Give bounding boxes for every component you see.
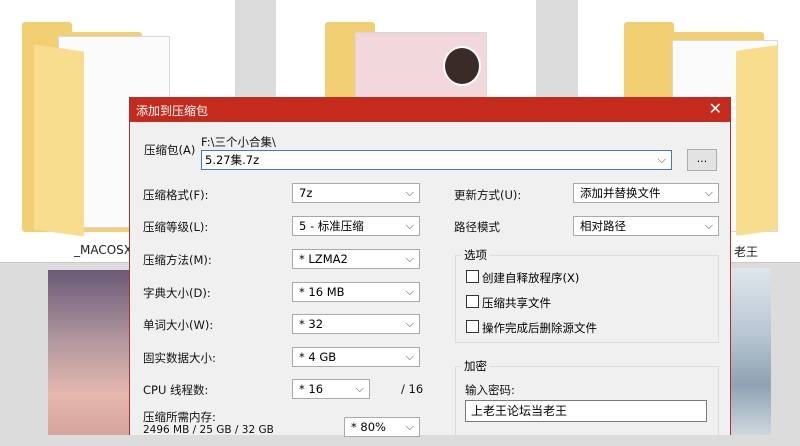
delete-source-label: 操作完成后删除源文件 (482, 321, 597, 335)
password-input[interactable]: 上老王论坛当老王 (465, 400, 707, 422)
create-sfx-checkbox[interactable]: 创建自释放程序(X) (466, 270, 579, 286)
format-select[interactable]: 7z ⌵ (292, 183, 420, 203)
folder-label: _MACOSX (74, 243, 133, 257)
update-mode-label: 更新方式(U): (454, 188, 522, 202)
browse-button[interactable]: ... (687, 149, 717, 171)
chevron-down-icon: ⌵ (704, 186, 713, 199)
chevron-down-icon: ⌵ (405, 219, 414, 232)
options-title: 选项 (461, 247, 490, 263)
options-group: 选项 创建自释放程序(X) 压缩共享文件 操作完成后删除源文件 (455, 247, 719, 343)
chevron-down-icon: ⌵ (405, 350, 414, 363)
chevron-down-icon: ⌵ (704, 219, 713, 232)
dialog-title: 添加到压缩包 (136, 104, 209, 118)
path-mode-select[interactable]: 相对路径 ⌵ (573, 216, 719, 236)
compress-shared-checkbox[interactable]: 压缩共享文件 (466, 295, 551, 311)
memory-percent-select[interactable]: * 80% ⌵ (344, 417, 420, 437)
password-value: 上老王论坛当老王 (471, 404, 568, 418)
path-mode-label: 路径模式 (454, 220, 500, 234)
delete-source-checkbox[interactable]: 操作完成后删除源文件 (466, 320, 597, 336)
word-size-value: * 32 (299, 317, 324, 331)
level-select[interactable]: 5 - 标准压缩 ⌵ (292, 216, 420, 236)
solid-size-value: * 4 GB (299, 350, 337, 364)
checkbox-icon[interactable] (466, 295, 479, 308)
image-thumbnail[interactable] (48, 270, 132, 435)
solid-size-label: 固实数据大小: (143, 351, 216, 365)
chevron-down-icon: ⌵ (405, 285, 414, 298)
update-mode-select[interactable]: 添加并替换文件 ⌵ (573, 183, 719, 203)
archive-name-input[interactable]: 5.27集.7z ⌵ (201, 150, 672, 170)
close-icon[interactable]: ✕ (709, 100, 722, 118)
compress-shared-label: 压缩共享文件 (482, 296, 551, 310)
format-value: 7z (299, 186, 313, 200)
chevron-down-icon: ⌵ (405, 186, 414, 199)
folder-icon[interactable] (325, 18, 495, 104)
level-value: 5 - 标准压缩 (299, 219, 364, 233)
memory-percent-value: * 80% (351, 420, 386, 434)
avatar (443, 46, 481, 86)
chevron-down-icon: ⌵ (355, 382, 364, 395)
cpu-threads-value: * 16 (299, 382, 324, 396)
method-label: 压缩方法(M): (143, 253, 212, 267)
memory-label: 压缩所需内存: (143, 410, 216, 424)
memory-value: 2496 MB / 25 GB / 32 GB (143, 424, 274, 436)
solid-size-select[interactable]: * 4 GB ⌵ (292, 347, 420, 367)
level-label: 压缩等级(L): (143, 220, 209, 234)
cpu-threads-label: CPU 线程数: (143, 383, 209, 397)
checkbox-icon[interactable] (466, 270, 479, 283)
chevron-down-icon[interactable]: ⌵ (658, 151, 666, 169)
create-sfx-label: 创建自释放程序(X) (482, 271, 580, 285)
method-select[interactable]: * LZMA2 ⌵ (292, 249, 420, 269)
chevron-down-icon: ⌵ (405, 317, 414, 330)
word-size-select[interactable]: * 32 ⌵ (292, 314, 420, 334)
method-value: * LZMA2 (299, 252, 348, 266)
path-mode-value: 相对路径 (580, 219, 626, 233)
update-mode-value: 添加并替换文件 (580, 186, 661, 200)
dictionary-value: * 16 MB (299, 285, 345, 299)
encryption-title: 加密 (461, 358, 490, 374)
chevron-down-icon: ⌵ (405, 420, 414, 433)
archive-label: 压缩包(A) (144, 143, 196, 157)
password-label: 输入密码: (465, 383, 515, 397)
dictionary-select[interactable]: * 16 MB ⌵ (292, 282, 420, 302)
format-label: 压缩格式(F): (143, 188, 209, 202)
folder-label: 老王 (734, 245, 759, 259)
checkbox-icon[interactable] (466, 320, 479, 333)
chevron-down-icon: ⌵ (405, 252, 414, 265)
archive-path: F:\三个小合集\ (201, 135, 276, 149)
add-to-archive-dialog: 添加到压缩包 ✕ 压缩包(A) F:\三个小合集\ 5.27集.7z ⌵ ...… (129, 97, 731, 446)
archive-name-value: 5.27集.7z (205, 153, 260, 167)
cpu-threads-select[interactable]: * 16 ⌵ (292, 379, 370, 399)
image-thumbnail[interactable] (731, 268, 771, 435)
word-size-label: 单词大小(W): (143, 318, 214, 332)
title-bar: 添加到压缩包 ✕ (130, 98, 730, 122)
cpu-threads-total: / 16 (401, 382, 424, 396)
dictionary-label: 字典大小(D): (143, 286, 211, 300)
